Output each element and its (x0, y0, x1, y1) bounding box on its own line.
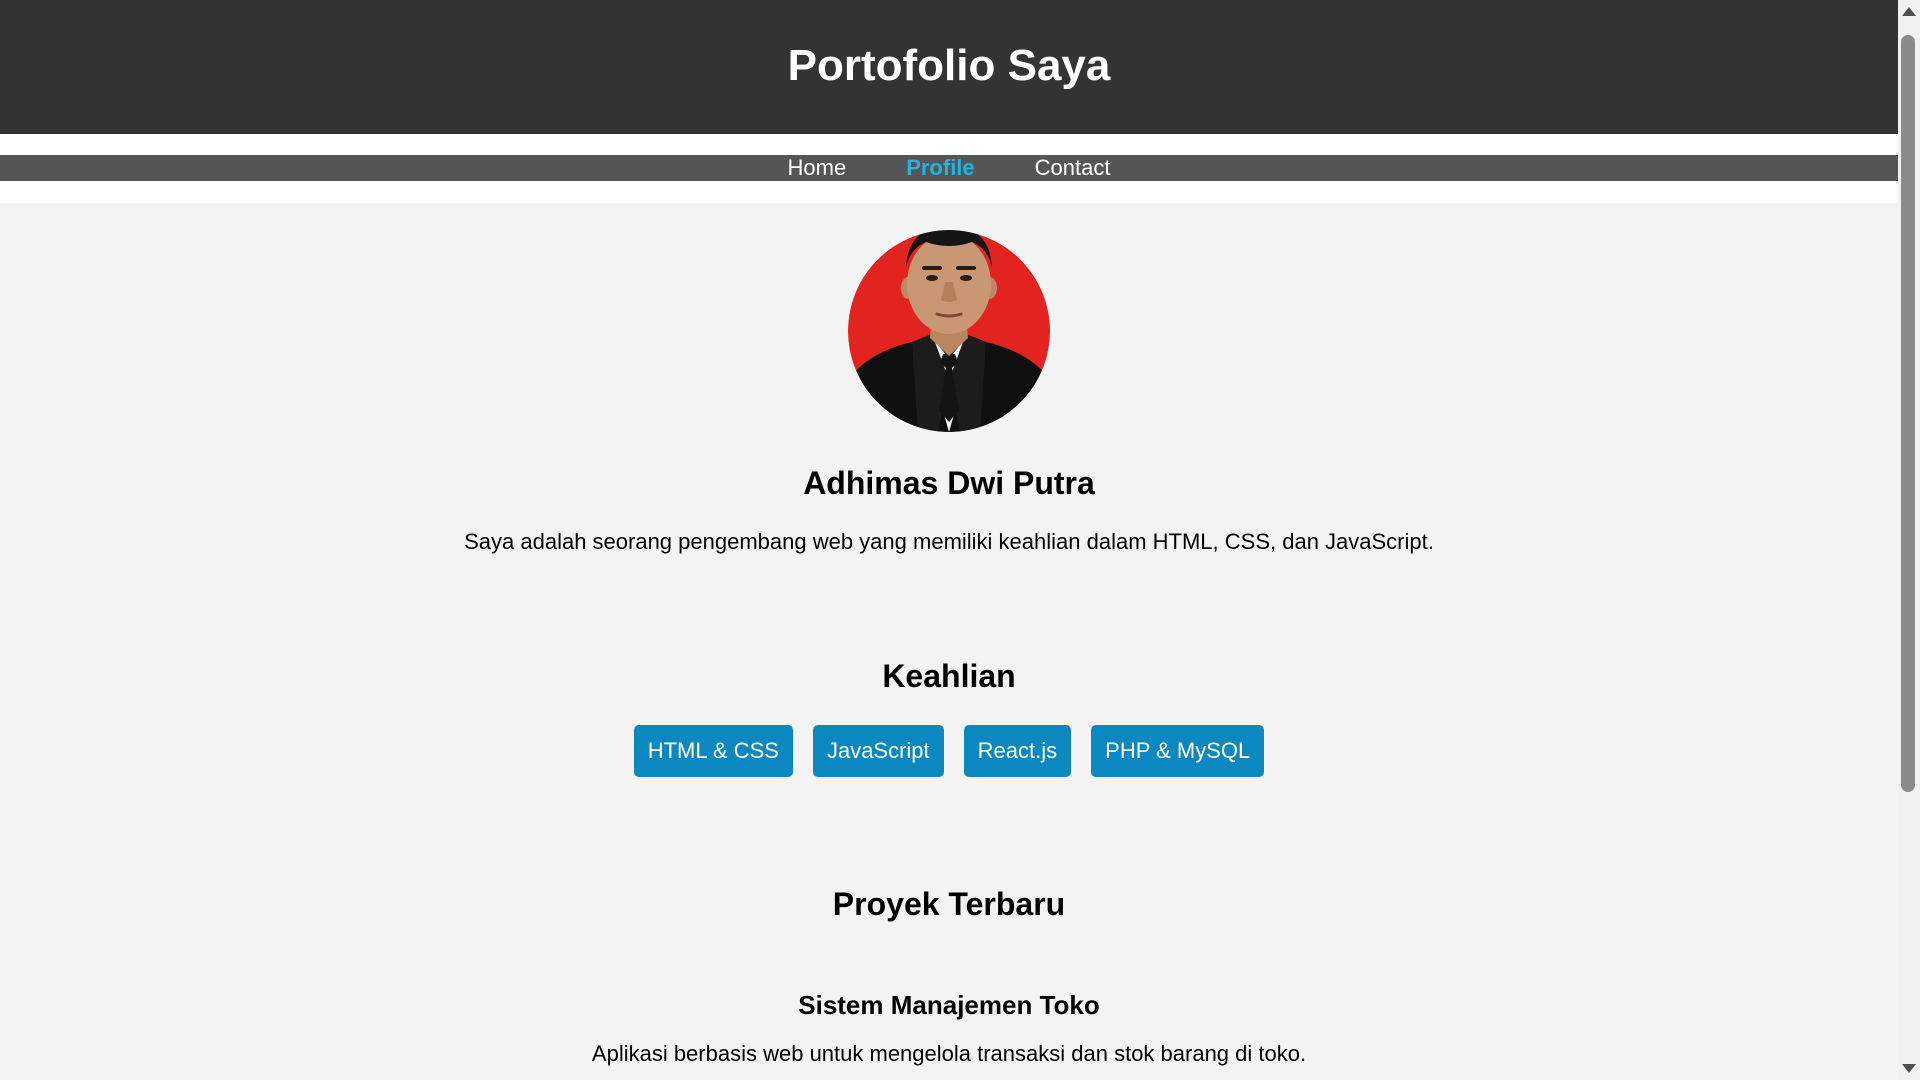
nav-link-profile[interactable]: Profile (906, 155, 974, 181)
skills-section: Keahlian HTML & CSS JavaScript React.js … (0, 657, 1898, 778)
page-viewport: Portofolio Saya Home Profile Contact Adh… (0, 0, 1898, 1080)
skills-title: Keahlian (882, 657, 1016, 694)
scroll-up-arrow-icon[interactable] (1902, 7, 1916, 16)
profile-bio: Saya adalah seorang pengembang web yang … (464, 529, 1434, 555)
main-nav: Home Profile Contact (0, 155, 1898, 181)
nav-link-home[interactable]: Home (788, 155, 847, 181)
skill-badge-javascript: JavaScript (812, 725, 944, 778)
scroll-down-arrow-icon[interactable] (1902, 1064, 1916, 1073)
project-item: Sistem Manajemen Toko Aplikasi berbasis … (0, 990, 1898, 1068)
profile-photo (848, 230, 1050, 432)
nav-spacer-bottom (0, 181, 1898, 203)
nav-link-contact[interactable]: Contact (1035, 155, 1111, 181)
skills-list: HTML & CSS JavaScript React.js PHP & MyS… (0, 725, 1898, 778)
nav-spacer-top (0, 134, 1898, 155)
profile-name: Adhimas Dwi Putra (803, 465, 1095, 501)
profile-section: Adhimas Dwi Putra Saya adalah seorang pe… (0, 230, 1898, 556)
project-description: Aplikasi berbasis web untuk mengelola tr… (591, 1040, 1307, 1066)
skill-badge-php-mysql: PHP & MySQL (1091, 725, 1265, 778)
project-name: Sistem Manajemen Toko (798, 989, 1100, 1020)
projects-title: Proyek Terbaru (832, 886, 1066, 923)
main-content: Adhimas Dwi Putra Saya adalah seorang pe… (0, 203, 1898, 1067)
vertical-scrollbar[interactable] (1898, 0, 1920, 1080)
site-header: Portofolio Saya (0, 0, 1898, 134)
projects-section: Proyek Terbaru Sistem Manajemen Toko Apl… (0, 885, 1898, 1067)
scroll-thumb[interactable] (1901, 35, 1915, 792)
skill-badge-html-css: HTML & CSS (633, 725, 793, 778)
skill-badge-reactjs: React.js (963, 725, 1072, 778)
site-title: Portofolio Saya (787, 41, 1111, 90)
